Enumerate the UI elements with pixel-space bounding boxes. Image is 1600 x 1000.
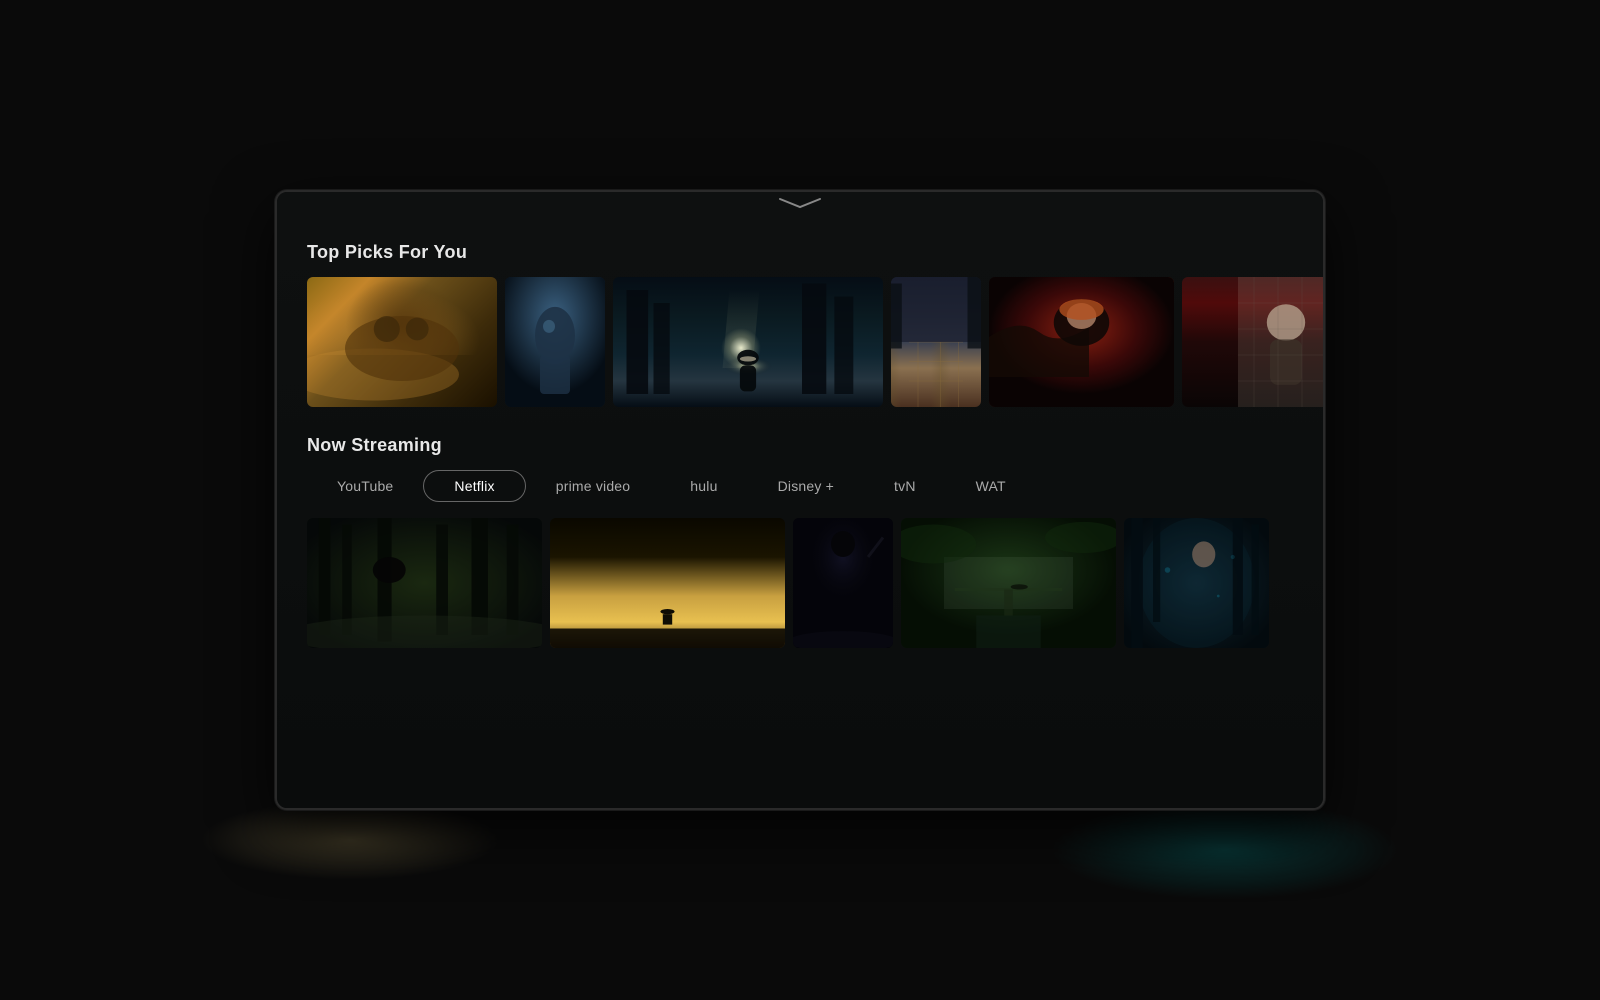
tab-prime[interactable]: prime video (526, 470, 661, 502)
top-picks-title: Top Picks For You (307, 242, 1293, 263)
top-pick-item[interactable] (989, 277, 1174, 407)
tab-hulu[interactable]: hulu (660, 470, 747, 502)
tab-youtube[interactable]: YouTube (307, 470, 423, 502)
streaming-tabs: YouTube Netflix prime video hulu Disney … (307, 470, 1293, 502)
streaming-item[interactable] (307, 518, 542, 648)
tab-disney[interactable]: Disney + (748, 470, 864, 502)
streaming-row (307, 518, 1293, 648)
tv-notch (760, 192, 840, 212)
tab-tvn[interactable]: tvN (864, 470, 946, 502)
bg-glow-left (200, 800, 500, 880)
top-picks-row (307, 277, 1293, 407)
streaming-item[interactable] (793, 518, 893, 648)
tab-netflix[interactable]: Netflix (423, 470, 525, 502)
tab-watch[interactable]: WAT (946, 470, 1036, 502)
streaming-item[interactable] (901, 518, 1116, 648)
top-pick-item[interactable] (1182, 277, 1323, 407)
bg-glow-right (1050, 800, 1400, 900)
top-pick-item[interactable] (505, 277, 605, 407)
top-pick-item[interactable] (891, 277, 981, 407)
now-streaming-section: Now Streaming YouTube Netflix prime vide… (307, 435, 1293, 648)
brand-logo-icon (775, 195, 825, 209)
tv-frame: Top Picks For You (275, 190, 1325, 810)
top-pick-item[interactable] (613, 277, 883, 407)
screen-content: Top Picks For You (277, 192, 1323, 808)
now-streaming-title: Now Streaming (307, 435, 1293, 456)
streaming-item[interactable] (1124, 518, 1269, 648)
streaming-item[interactable] (550, 518, 785, 648)
top-pick-item[interactable] (307, 277, 497, 407)
top-picks-section: Top Picks For You (307, 242, 1293, 407)
